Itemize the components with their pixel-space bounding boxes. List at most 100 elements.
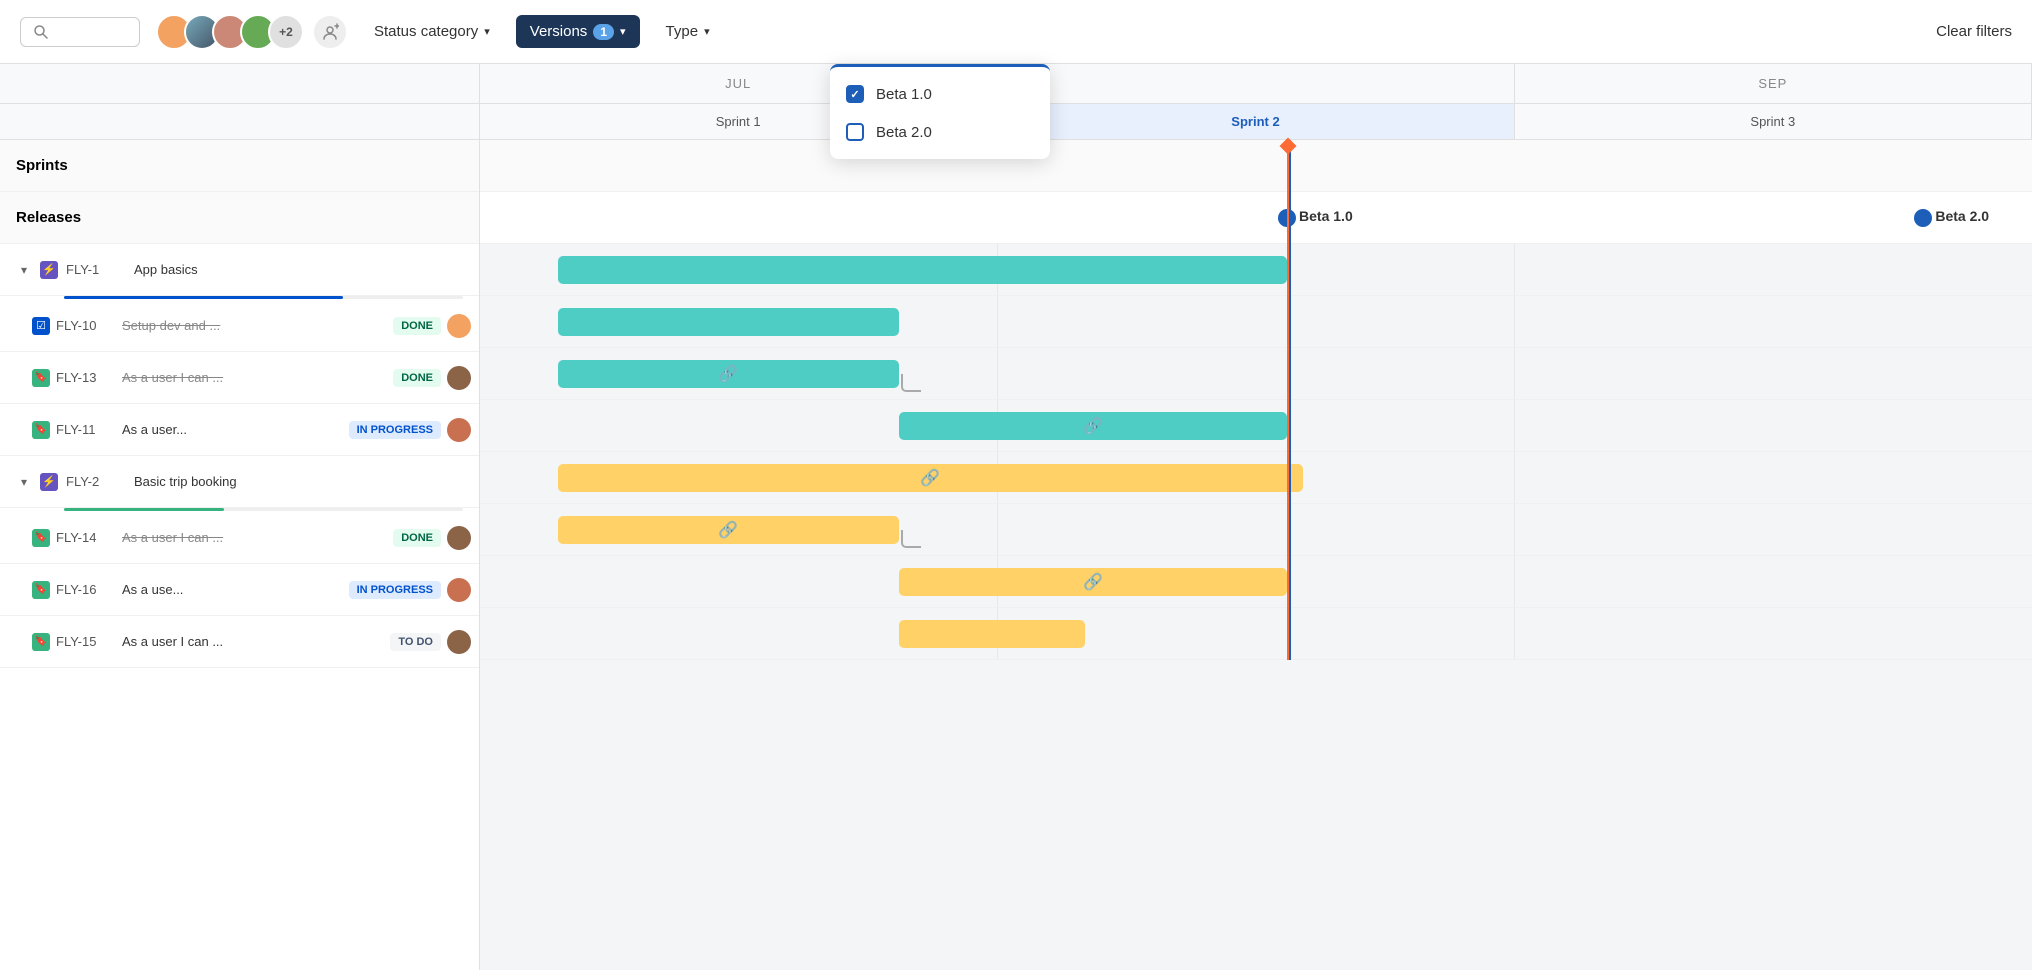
clear-filters-button[interactable]: Clear filters — [1936, 23, 2012, 40]
link-icon-fly14: 🔗 — [718, 520, 738, 540]
gantt-row-fly10 — [480, 296, 2032, 348]
main-content: Sprints Releases ▾ ⚡ FLY-1 App basics ☑ … — [0, 64, 2032, 970]
versions-filter[interactable]: Versions 1 ▾ — [516, 15, 640, 48]
gantt-panel: JUL SEP Sprint 1 Sprint 2 Sprint 3 — [480, 64, 2032, 970]
search-box[interactable] — [20, 17, 140, 47]
add-avatar-button[interactable] — [312, 14, 348, 50]
bar-fly15 — [899, 620, 1085, 648]
sprint-spacer — [0, 104, 479, 140]
task-row-fly13[interactable]: 🔖 FLY-13 As a user I can ... DONE — [0, 352, 479, 404]
versions-label: Versions — [530, 23, 588, 40]
gantt-row-fly15 — [480, 608, 2032, 660]
left-panel: Sprints Releases ▾ ⚡ FLY-1 App basics ☑ … — [0, 64, 480, 970]
story-icon-fly11: 🔖 — [32, 421, 50, 439]
issue-id-fly10: FLY-10 — [56, 318, 116, 333]
expand-fly2[interactable]: ▾ — [16, 475, 32, 489]
task-row-fly10[interactable]: ☑ FLY-10 Setup dev and ... DONE — [0, 300, 479, 352]
status-fly13: DONE — [393, 369, 441, 387]
month-headers: JUL SEP — [480, 64, 2032, 104]
beta2-release-label: Beta 2.0 — [1935, 208, 1989, 224]
story-icon-fly13: 🔖 — [32, 369, 50, 387]
dep-arrow-fly14 — [901, 530, 921, 548]
month-aug — [997, 64, 1514, 103]
beta1-release-label: Beta 1.0 — [1299, 208, 1353, 224]
bar-fly1 — [558, 256, 1287, 284]
link-icon-fly13: 🔗 — [718, 364, 738, 384]
gantt-right-wrapper: JUL SEP Sprint 1 Sprint 2 Sprint 3 — [480, 64, 2032, 660]
bar-fly11: 🔗 — [899, 412, 1287, 440]
status-fly10: DONE — [393, 317, 441, 335]
type-label: Type — [666, 23, 699, 40]
gantt-row-fly2: 🔗 — [480, 452, 2032, 504]
dropdown-item-beta1[interactable]: Beta 1.0 — [830, 75, 1050, 113]
releases-gantt-row: Beta 1.0 Beta 2.0 — [480, 192, 2032, 244]
dropdown-item-beta2[interactable]: Beta 2.0 — [830, 113, 1050, 151]
dep-arrow-fly13 — [901, 374, 921, 392]
sprints-label: Sprints — [16, 157, 68, 174]
beta1-release-line — [1289, 140, 1291, 660]
chevron-down-icon: ▾ — [620, 25, 626, 38]
link-icon-fly11: 🔗 — [1083, 416, 1103, 436]
story-icon-fly16: 🔖 — [32, 581, 50, 599]
gantt-rows: Beta 1.0 Beta 2.0 🔗 — [480, 140, 2032, 660]
chevron-down-icon: ▾ — [704, 25, 710, 38]
beta1-checkbox[interactable] — [846, 85, 864, 103]
issue-title-fly13: As a user I can ... — [122, 370, 387, 385]
releases-label: Releases — [16, 209, 81, 226]
epic-icon: ⚡ — [40, 261, 58, 279]
sprint2-header[interactable]: Sprint 2 — [997, 104, 1514, 139]
epic-row-fly2[interactable]: ▾ ⚡ FLY-2 Basic trip booking — [0, 456, 479, 508]
type-filter[interactable]: Type ▾ — [652, 15, 724, 48]
sprint3-header[interactable]: Sprint 3 — [1515, 104, 2032, 139]
status-category-label: Status category — [374, 23, 478, 40]
issue-id-fly1: FLY-1 — [66, 262, 126, 277]
issue-title-fly11: As a user... — [122, 422, 343, 437]
beta2-label: Beta 2.0 — [876, 124, 932, 141]
gantt-row-fly16: 🔗 — [480, 556, 2032, 608]
issue-title-fly10: Setup dev and ... — [122, 318, 387, 333]
bar-fly13: 🔗 — [558, 360, 899, 388]
status-fly16: IN PROGRESS — [349, 581, 441, 599]
avatar-count[interactable]: +2 — [268, 14, 304, 50]
versions-badge: 1 — [593, 24, 614, 40]
gantt-row-fly1 — [480, 244, 2032, 296]
status-category-filter[interactable]: Status category ▾ — [360, 15, 504, 48]
assignee-fly13 — [447, 366, 471, 390]
status-fly11: IN PROGRESS — [349, 421, 441, 439]
issue-id-fly16: FLY-16 — [56, 582, 116, 597]
bar-fly16: 🔗 — [899, 568, 1287, 596]
task-icon-fly10: ☑ — [32, 317, 50, 335]
story-icon-fly15: 🔖 — [32, 633, 50, 651]
status-fly15: TO DO — [390, 633, 441, 651]
issue-id-fly15: FLY-15 — [56, 634, 116, 649]
issue-id-fly13: FLY-13 — [56, 370, 116, 385]
month-sep: SEP — [1515, 64, 2032, 103]
task-row-fly14[interactable]: 🔖 FLY-14 As a user I can ... DONE — [0, 512, 479, 564]
task-row-fly16[interactable]: 🔖 FLY-16 As a use... IN PROGRESS — [0, 564, 479, 616]
bar-fly14: 🔗 — [558, 516, 899, 544]
gantt-row-fly14: 🔗 — [480, 504, 2032, 556]
assignee-fly10 — [447, 314, 471, 338]
today-line — [1287, 140, 1289, 660]
beta2-checkbox[interactable] — [846, 123, 864, 141]
assignee-fly11 — [447, 418, 471, 442]
search-icon — [33, 24, 49, 40]
avatar-group: +2 — [156, 14, 348, 50]
task-row-fly11[interactable]: 🔖 FLY-11 As a user... IN PROGRESS — [0, 404, 479, 456]
task-row-fly15[interactable]: 🔖 FLY-15 As a user I can ... TO DO — [0, 616, 479, 668]
issue-title-fly2: Basic trip booking — [134, 474, 471, 489]
beta1-label: Beta 1.0 — [876, 86, 932, 103]
issue-id-fly2: FLY-2 — [66, 474, 126, 489]
sprints-gantt-row — [480, 140, 2032, 192]
issue-title-fly16: As a use... — [122, 582, 343, 597]
gantt-row-fly11: 🔗 — [480, 400, 2032, 452]
epic-row-fly1[interactable]: ▾ ⚡ FLY-1 App basics — [0, 244, 479, 296]
versions-dropdown: Beta 1.0 Beta 2.0 — [830, 64, 1050, 159]
link-icon-fly16: 🔗 — [1083, 572, 1103, 592]
expand-fly1[interactable]: ▾ — [16, 263, 32, 277]
assignee-fly15 — [447, 630, 471, 654]
gantt-row-fly13: 🔗 — [480, 348, 2032, 400]
status-fly14: DONE — [393, 529, 441, 547]
bar-fly10 — [558, 308, 899, 336]
releases-section-header: Releases — [0, 192, 479, 244]
